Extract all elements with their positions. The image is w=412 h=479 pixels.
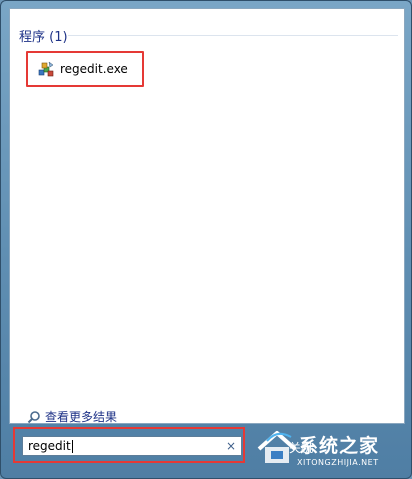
start-menu: 程序 (1) regedit.exe 查看更多结果 regedit × 关机 系… (0, 0, 412, 479)
see-more-results-link[interactable]: 查看更多结果 (27, 408, 117, 425)
section-divider (68, 35, 398, 36)
result-label: regedit.exe (60, 62, 128, 76)
result-item-regedit[interactable]: regedit.exe (26, 51, 144, 87)
magnifier-icon (27, 410, 41, 424)
search-input-text: regedit (28, 439, 73, 453)
watermark-url: XITONGZHIJIA.NET (297, 458, 379, 467)
shutdown-button[interactable]: 关机 (289, 439, 313, 456)
clear-x-icon[interactable]: × (223, 439, 239, 453)
search-results-panel: 程序 (1) regedit.exe 查看更多结果 (9, 8, 405, 424)
site-watermark: 系统之家 XITONGZHIJIA.NET (249, 425, 412, 475)
see-more-label: 查看更多结果 (45, 410, 118, 424)
registry-editor-icon (38, 61, 54, 77)
search-input[interactable]: regedit × (22, 436, 242, 456)
section-header-programs: 程序 (1) (19, 30, 68, 45)
